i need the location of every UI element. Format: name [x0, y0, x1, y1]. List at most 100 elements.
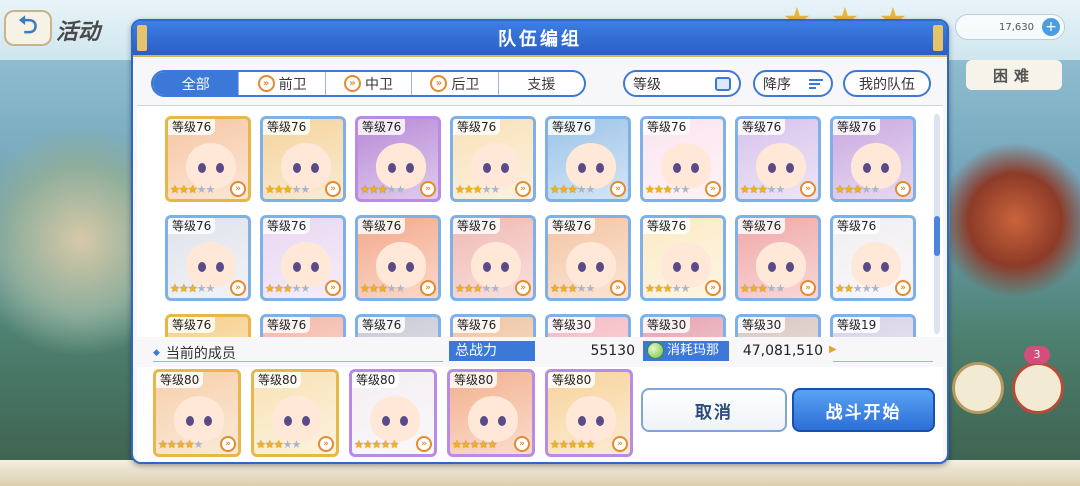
roster-character-card[interactable]: 等级76 ★★★★★» — [355, 116, 441, 202]
portrait-eye — [863, 262, 871, 272]
roster-character-card[interactable]: 等级76 ★★★★★» — [260, 116, 346, 202]
character-level: 等级76 — [548, 218, 596, 234]
tab-filter[interactable]: 全部 — [153, 72, 240, 95]
roster-character-card[interactable]: 等级76 ★★★★★» — [545, 116, 631, 202]
portrait-eye — [501, 262, 509, 272]
party-character-card[interactable]: 等级80 ★★★★★» — [251, 369, 339, 457]
star-icon: ★ — [193, 438, 204, 451]
roster-character-card[interactable]: 等级76 ★★★★★» — [165, 215, 251, 301]
front-role-icon: » — [257, 75, 275, 92]
roster-character-card[interactable]: 等级76 ★★★★★» — [735, 215, 821, 301]
character-level: 等级76 — [263, 218, 311, 234]
roster-character-card[interactable]: 等级76 ★★★★★» — [260, 215, 346, 301]
roster-character-card[interactable]: 等级76 — [165, 314, 251, 337]
portrait-eye — [311, 262, 319, 272]
portrait-eye — [691, 163, 699, 173]
total-power-value: 55130 — [590, 343, 635, 359]
roster-character-card[interactable]: 等级76 — [355, 314, 441, 337]
character-level: 等级76 — [453, 317, 501, 333]
sort-by-level-button[interactable]: 等级 — [623, 70, 741, 97]
roster-character-card[interactable]: 等级76 ★★★★★» — [735, 116, 821, 202]
star-icon: ★ — [861, 282, 872, 295]
start-battle-button[interactable]: 战斗开始 — [792, 388, 935, 432]
jewel-counter[interactable]: 17,630 + — [955, 14, 1065, 40]
star-icon: ★ — [265, 282, 275, 295]
tab-label: 后卫 — [451, 76, 480, 93]
star-icon: ★ — [740, 282, 750, 295]
exchange-shortcut-button[interactable] — [952, 362, 1004, 414]
my-team-button[interactable]: 我的队伍 — [843, 70, 931, 97]
roster-character-card[interactable]: 等级76 ★★★★★» — [830, 116, 916, 202]
star-icon: ★ — [558, 438, 569, 451]
star-icon: ★ — [490, 282, 501, 295]
star-icon: ★ — [550, 438, 560, 451]
portrait-eye — [204, 416, 212, 426]
position-role-icon: » — [610, 280, 626, 296]
party-character-card[interactable]: 等级80 ★★★★★» — [447, 369, 535, 457]
roster-character-card[interactable]: 等级76 ★★★★★» — [830, 215, 916, 301]
character-level: 等级76 — [833, 218, 881, 234]
roster-character-card[interactable]: 等级19 — [830, 314, 916, 337]
party-character-card[interactable]: 等级80 ★★★★★» — [545, 369, 633, 457]
rarity-stars: ★★★★★ — [550, 438, 595, 452]
rarity-stars: ★★★★★ — [354, 438, 399, 452]
party-character-card[interactable]: 等级80 ★★★★★» — [349, 369, 437, 457]
mission-shortcut-button[interactable] — [1012, 362, 1064, 414]
position-role-icon: » — [610, 181, 626, 197]
sort-order-label: 降序 — [763, 76, 791, 93]
star-icon: ★ — [455, 183, 465, 196]
roster-character-card[interactable]: 等级76 ★★★★★» — [355, 215, 441, 301]
roster-character-card[interactable]: 等级76 ★★★★★» — [640, 215, 726, 301]
roster-character-card[interactable]: 等级76 — [260, 314, 346, 337]
rarity-stars: ★★★★★ — [360, 183, 405, 197]
roster-character-card[interactable]: 等级76 — [450, 314, 536, 337]
star-icon: ★ — [835, 282, 845, 295]
roster-character-card[interactable]: 等级76 ★★★★★» — [450, 215, 536, 301]
portrait-eye — [673, 262, 681, 272]
cancel-button[interactable]: 取消 — [641, 388, 787, 432]
position-role-icon: » — [514, 436, 530, 452]
roster-character-card[interactable]: 等级30 — [640, 314, 726, 337]
portrait-eye — [480, 416, 488, 426]
star-icon: ★ — [469, 438, 480, 451]
star-icon: ★ — [460, 438, 471, 451]
roster-character-card[interactable]: 等级76 ★★★★★» — [640, 116, 726, 202]
portrait-eye — [382, 416, 390, 426]
star-icon: ★ — [291, 282, 302, 295]
roster-character-card[interactable]: 等级76 ★★★★★» — [165, 116, 251, 202]
roster-character-card[interactable]: 等级76 ★★★★★» — [450, 116, 536, 202]
star-icon: ★ — [187, 183, 198, 196]
tab-filter[interactable]: » 前卫 — [239, 72, 326, 95]
party-character-card[interactable]: 等级80 ★★★★★» — [153, 369, 241, 457]
roster-character-card[interactable]: 等级30 — [545, 314, 631, 337]
roster-character-card[interactable]: 等级30 — [735, 314, 821, 337]
star-icon: ★ — [282, 438, 293, 451]
character-level: 等级76 — [358, 317, 406, 333]
character-level: 等级76 — [263, 317, 311, 333]
position-role-icon: » — [325, 181, 341, 197]
roster-scrollbar[interactable] — [934, 114, 940, 334]
star-icon: ★ — [170, 282, 180, 295]
tab-filter[interactable]: 支援 — [499, 72, 584, 95]
star-icon: ★ — [653, 282, 664, 295]
star-icon: ★ — [273, 282, 284, 295]
tab-filter[interactable]: » 后卫 — [412, 72, 499, 95]
star-icon: ★ — [380, 438, 391, 451]
sort-order-button[interactable]: 降序 — [753, 70, 833, 97]
tab-filter[interactable]: » 中卫 — [326, 72, 413, 95]
back-arrow-button[interactable]: ⮌ — [4, 10, 52, 46]
star-icon: ★ — [852, 183, 863, 196]
scrollbar-thumb[interactable] — [934, 216, 940, 256]
character-level: 等级76 — [643, 119, 691, 135]
portrait-eye — [786, 163, 794, 173]
star-icon: ★ — [264, 438, 275, 451]
rarity-stars: ★★★★★ — [256, 438, 301, 452]
roster-character-card[interactable]: 等级76 ★★★★★» — [545, 215, 631, 301]
divider — [153, 361, 443, 362]
position-role-icon: » — [220, 436, 236, 452]
star-icon: ★ — [843, 282, 854, 295]
star-icon: ★ — [680, 183, 691, 196]
add-jewel-icon[interactable]: + — [1042, 18, 1060, 36]
character-portrait — [566, 396, 616, 442]
star-icon: ★ — [645, 282, 655, 295]
